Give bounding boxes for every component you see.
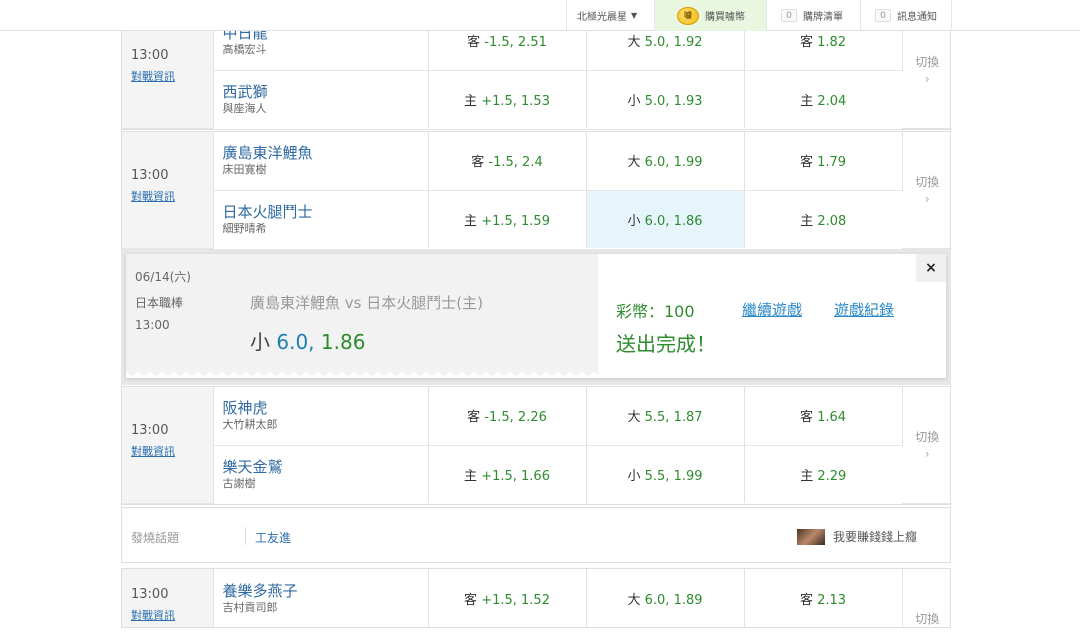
home-team-name[interactable]: 樂天金鷲 [223, 458, 428, 477]
switch-button[interactable]: 切換 › [902, 132, 952, 249]
odd-spread-away[interactable]: 客 -1.5, 2.4 [428, 132, 587, 191]
orders-count: 0 [781, 9, 797, 22]
caret-down-icon: ▼ [631, 11, 638, 20]
orders-button[interactable]: 0 購牌清單 [766, 0, 860, 31]
away-pitcher: 吉村貢司郎 [222, 600, 278, 614]
away-team-cell: 廣島東洋鯉魚 床田寛樹 [213, 132, 429, 191]
buy-coins-label: 購買噱幣 [705, 12, 745, 23]
away-pitcher: 床田寛樹 [222, 163, 267, 177]
ticket-success-message: 送出完成！ [616, 332, 716, 356]
buy-coins-button[interactable]: 噱 購買噱幣 [654, 0, 766, 31]
odd-total-under[interactable]: 小 5.5, 1.99 [586, 445, 745, 503]
odd-moneyline-away[interactable]: 客 1.64 [744, 387, 903, 446]
away-team-cell: 養樂多燕子 吉村貢司郎 [213, 569, 429, 627]
away-pitcher: 高橋宏斗 [222, 43, 267, 57]
continue-game-link[interactable]: 繼續遊戲 [742, 299, 802, 320]
match-info-link[interactable]: 對戰資訊 [131, 607, 175, 623]
home-pitcher: 細野晴希 [222, 221, 267, 235]
away-pitcher: 大竹耕太郎 [222, 418, 278, 432]
close-icon[interactable]: × [916, 254, 946, 282]
odd-moneyline-home[interactable]: 主 2.29 [744, 445, 902, 503]
bet-confirmation-panel: 06/14(六) 日本職棒 13:00 廣島東洋鯉魚 vs 日本火腿鬥士(主) … [121, 249, 951, 385]
ticket-stub: 06/14(六) 日本職棒 13:00 廣島東洋鯉魚 vs 日本火腿鬥士(主) … [126, 254, 598, 378]
ticket-date: 06/14(六) [135, 270, 191, 284]
match-info-link[interactable]: 對戰資訊 [131, 188, 175, 204]
odd-spread-away[interactable]: 客 -1.5, 2.26 [428, 387, 587, 446]
odd-moneyline-home[interactable]: 主 2.08 [744, 190, 902, 248]
odd-total-over[interactable]: 大 5.5, 1.87 [586, 387, 745, 446]
switch-button[interactable]: 切換 › [902, 387, 952, 504]
match-card: 13:00 對戰資訊 阪神虎 大竹耕太郎 客 -1.5, 2.26 大 5.5,… [121, 386, 952, 505]
odd-total-over[interactable]: 大 6.0, 1.99 [586, 132, 745, 191]
match-info-link[interactable]: 對戰資訊 [131, 68, 175, 84]
promo-link[interactable]: 我要賺錢錢上癮 [796, 528, 917, 545]
ticket-bet: 小 6.0, 1.86 [250, 330, 366, 354]
ticket-time: 13:00 [135, 318, 170, 332]
hot-topics-bar: 發燒話題 工友進 我要賺錢錢上癮 [121, 507, 951, 563]
odd-moneyline-away[interactable]: 客 2.13 [744, 569, 903, 627]
notify-count: 0 [875, 9, 891, 22]
match-time: 13:00 [131, 47, 169, 63]
hot-topics-label: 發燒話題 [131, 531, 180, 545]
user-name: 北極光晨星 [577, 12, 627, 23]
home-team-name[interactable]: 西武獅 [223, 83, 428, 102]
match-card: 13:00 對戰資訊 廣島東洋鯉魚 床田寛樹 客 -1.5, 2.4 大 6.0… [121, 131, 952, 250]
match-time: 13:00 [131, 587, 169, 602]
match-info-link[interactable]: 對戰資訊 [131, 443, 175, 459]
match-time: 13:00 [131, 422, 169, 438]
bet-ticket: 06/14(六) 日本職棒 13:00 廣島東洋鯉魚 vs 日本火腿鬥士(主) … [126, 254, 946, 378]
notify-label: 訊息通知 [897, 12, 937, 23]
orders-label: 購牌清單 [803, 12, 843, 23]
hot-topic-link[interactable]: 工友進 [255, 529, 291, 546]
odd-spread-away[interactable]: 客 +1.5, 1.52 [428, 569, 587, 627]
odd-total-under-selected[interactable]: 小 6.0, 1.86 [586, 190, 745, 248]
home-pitcher: 與座海人 [222, 101, 267, 115]
switch-button[interactable]: 切換 [902, 569, 952, 627]
chevron-right-icon: › [924, 192, 930, 207]
away-team-name[interactable]: 廣島東洋鯉魚 [223, 144, 428, 163]
home-team-cell: 西武獅 與座海人 [213, 70, 429, 128]
match-card: 13:00 對戰資訊 養樂多燕子 吉村貢司郎 客 +1.5, 1.52 大 6.… [121, 568, 951, 628]
divider [245, 527, 246, 545]
coin-icon: 噱 [677, 6, 699, 25]
ticket-league: 日本職棒 [135, 296, 184, 310]
chevron-right-icon: › [924, 447, 930, 462]
odd-moneyline-home[interactable]: 主 2.04 [744, 70, 902, 128]
ticket-coins: 彩幣：100 [616, 302, 695, 321]
chevron-right-icon: › [924, 72, 930, 87]
odd-moneyline-away[interactable]: 客 1.79 [744, 132, 903, 191]
odd-total-under[interactable]: 小 5.0, 1.93 [586, 70, 745, 128]
game-history-link[interactable]: 遊戲紀錄 [834, 299, 894, 320]
home-team-name[interactable]: 日本火腿鬥士 [223, 203, 428, 222]
odd-spread-home[interactable]: 主 +1.5, 1.59 [428, 190, 587, 248]
user-menu[interactable]: 北極光晨星 ▼ [566, 0, 654, 31]
odd-spread-home[interactable]: 主 +1.5, 1.66 [428, 445, 587, 503]
ticket-matchup: 廣島東洋鯉魚 vs 日本火腿鬥士(主) [250, 294, 483, 312]
notify-button[interactable]: 0 訊息通知 [860, 0, 952, 31]
odd-total-over[interactable]: 大 6.0, 1.89 [586, 569, 745, 627]
home-team-cell: 日本火腿鬥士 細野晴希 [213, 190, 429, 248]
away-team-name[interactable]: 養樂多燕子 [223, 582, 428, 601]
odd-spread-home[interactable]: 主 +1.5, 1.53 [428, 70, 587, 128]
top-bar: 北極光晨星 ▼ 噱 購買噱幣 0 購牌清單 0 訊息通知 [0, 0, 1080, 31]
away-team-name[interactable]: 阪神虎 [223, 399, 428, 418]
away-team-cell: 阪神虎 大竹耕太郎 [213, 387, 429, 446]
match-time: 13:00 [131, 167, 169, 183]
promo-text: 我要賺錢錢上癮 [832, 530, 917, 544]
home-pitcher: 古謝樹 [222, 476, 256, 490]
promo-thumbnail [796, 528, 825, 545]
home-team-cell: 樂天金鷲 古謝樹 [213, 445, 429, 503]
